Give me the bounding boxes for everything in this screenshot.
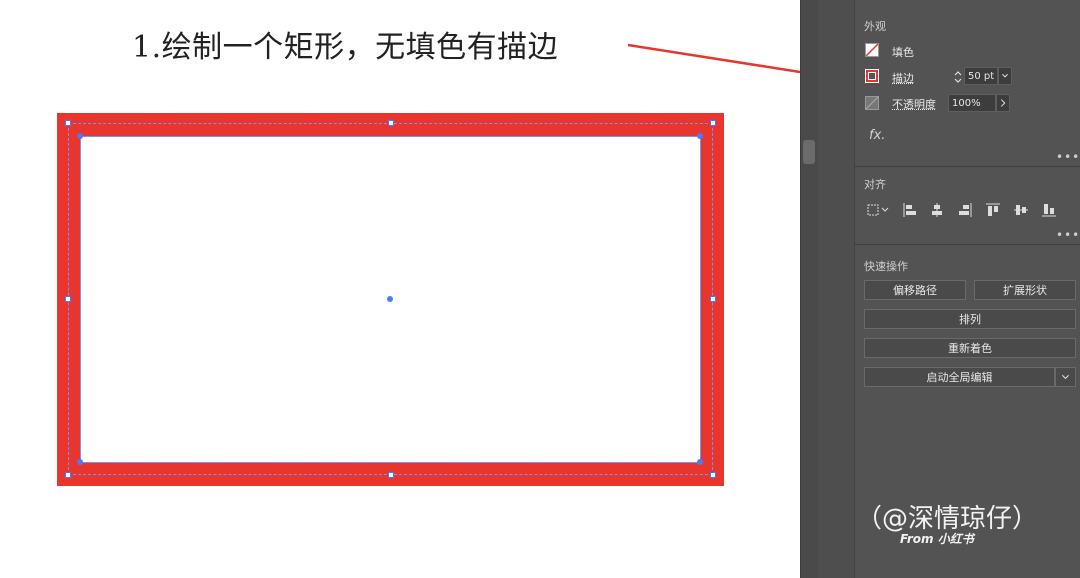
align-bottom-icon[interactable] (1041, 202, 1057, 218)
opacity-icon[interactable] (865, 96, 879, 110)
stroke-stepper-icon[interactable] (953, 68, 963, 86)
align-horizontal-center-icon[interactable] (929, 202, 945, 218)
appearance-more-options[interactable]: ••• (1056, 150, 1080, 164)
stroke-label[interactable]: 描边 (892, 70, 914, 86)
section-separator (854, 166, 1080, 167)
fx-effects-button[interactable]: fx. (869, 128, 885, 143)
align-right-icon[interactable] (957, 202, 973, 218)
align-section-title: 对齐 (864, 178, 886, 191)
more-options-top[interactable]: ••• (1056, 0, 1080, 6)
global-edit-dropdown-icon[interactable] (1055, 367, 1076, 387)
stroke-color-icon[interactable] (865, 69, 879, 83)
center-point (387, 296, 393, 302)
handle-top-left[interactable] (65, 120, 71, 126)
panel-divider (800, 0, 819, 578)
align-more-options[interactable]: ••• (1056, 228, 1080, 242)
panel-gutter (818, 0, 855, 578)
handle-bottom-middle[interactable] (388, 472, 394, 478)
instruction-caption: 1.绘制一个矩形，无填色有描边 (132, 30, 559, 65)
align-vertical-center-icon[interactable] (1013, 202, 1029, 218)
quick-actions-section-title: 快速操作 (864, 260, 908, 273)
handle-middle-right[interactable] (710, 296, 716, 302)
anchor-point-top-left[interactable] (77, 133, 83, 139)
start-global-edit-button[interactable]: 启动全局编辑 (864, 367, 1055, 387)
appearance-section-title: 外观 (864, 20, 886, 33)
fill-label: 填色 (892, 46, 914, 59)
opacity-label[interactable]: 不透明度 (892, 96, 936, 112)
recolor-button[interactable]: 重新着色 (864, 338, 1076, 358)
anchor-point-bottom-right[interactable] (697, 459, 703, 465)
align-left-icon[interactable] (902, 202, 918, 218)
align-top-icon[interactable] (985, 202, 1001, 218)
fill-none-icon[interactable] (865, 43, 879, 57)
opacity-expand-icon[interactable] (996, 94, 1010, 112)
section-separator (854, 244, 1080, 245)
handle-bottom-left[interactable] (65, 472, 71, 478)
handle-bottom-right[interactable] (710, 472, 716, 478)
watermark-source: From 小红书 (900, 532, 974, 546)
offset-path-button[interactable]: 偏移路径 (864, 280, 966, 300)
handle-top-right[interactable] (710, 120, 716, 126)
opacity-field[interactable]: 100% (948, 94, 996, 112)
handle-middle-left[interactable] (65, 296, 71, 302)
anchor-point-top-right[interactable] (697, 133, 703, 139)
handle-top-middle[interactable] (388, 120, 394, 126)
stroke-weight-field[interactable]: 50 pt (964, 67, 998, 85)
align-to-selection-icon[interactable] (866, 202, 890, 218)
anchor-point-bottom-left[interactable] (77, 459, 83, 465)
expand-shape-button[interactable]: 扩展形状 (974, 280, 1076, 300)
arrange-button[interactable]: 排列 (864, 309, 1076, 329)
stroke-weight-dropdown-icon[interactable] (998, 67, 1012, 85)
scrollbar-thumb[interactable] (803, 140, 815, 164)
